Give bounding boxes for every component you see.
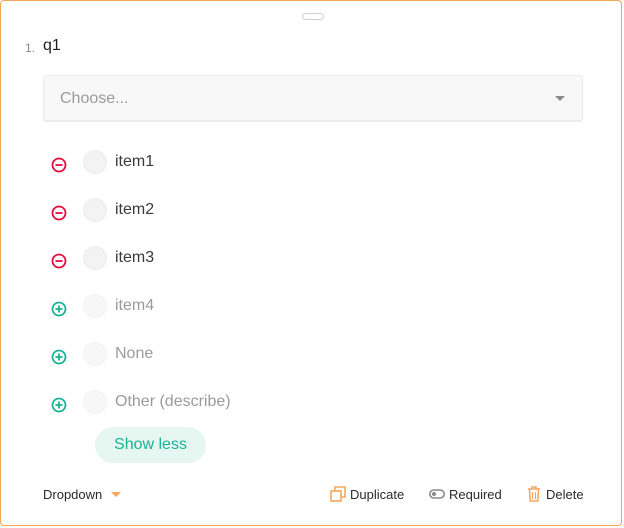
choice-radio[interactable] (83, 294, 107, 318)
delete-button[interactable]: Delete (527, 485, 587, 505)
choice-label[interactable]: item2 (115, 201, 154, 219)
choice-item-item1: item1 (49, 150, 449, 180)
minus-circle-icon (51, 205, 67, 221)
choice-label[interactable]: item3 (115, 249, 154, 267)
choice-item-item4: item4 (49, 294, 449, 324)
choice-item-none: None (49, 342, 449, 372)
question-number: 1. (25, 41, 36, 55)
duplicate-button[interactable]: Duplicate (330, 485, 410, 505)
remove-choice-button[interactable] (49, 155, 69, 175)
delete-label: Delete (546, 487, 584, 502)
minus-circle-icon (51, 253, 67, 269)
chevron-down-icon[interactable] (111, 492, 121, 497)
plus-circle-icon (51, 301, 67, 317)
chevron-down-icon (555, 96, 565, 101)
choice-label[interactable]: Other (describe) (115, 393, 231, 411)
plus-circle-icon (51, 349, 67, 365)
remove-choice-button[interactable] (49, 251, 69, 271)
duplicate-icon (330, 486, 346, 502)
choice-label[interactable]: None (115, 345, 153, 363)
required-label: Required (449, 487, 502, 502)
choice-radio[interactable] (83, 198, 107, 222)
show-less-button[interactable]: Show less (95, 427, 206, 463)
toggle-icon (429, 489, 445, 499)
add-choice-button[interactable] (49, 395, 69, 415)
choice-label[interactable]: item1 (115, 153, 154, 171)
plus-circle-icon (51, 397, 67, 413)
drag-handle[interactable] (302, 13, 324, 20)
remove-choice-button[interactable] (49, 203, 69, 223)
add-choice-button[interactable] (49, 347, 69, 367)
choice-label[interactable]: item4 (115, 297, 154, 315)
trash-icon (528, 486, 540, 502)
choice-radio[interactable] (83, 246, 107, 270)
question-type-selector[interactable]: Dropdown (43, 487, 102, 502)
choice-item-item3: item3 (49, 246, 449, 276)
question-title[interactable]: q1 (43, 37, 61, 55)
minus-circle-icon (51, 157, 67, 173)
dropdown-placeholder: Choose... (60, 90, 129, 107)
question-card[interactable]: 1. q1 Choose... item1 item2 item3 item4 (0, 0, 622, 526)
duplicate-label: Duplicate (350, 487, 405, 502)
choice-radio[interactable] (83, 150, 107, 174)
choice-radio[interactable] (83, 390, 107, 414)
choice-item-other: Other (describe) (49, 390, 449, 420)
required-toggle[interactable]: Required (429, 485, 509, 505)
dropdown-select[interactable]: Choose... (43, 75, 583, 122)
choice-radio[interactable] (83, 342, 107, 366)
choice-item-item2: item2 (49, 198, 449, 228)
add-choice-button[interactable] (49, 299, 69, 319)
